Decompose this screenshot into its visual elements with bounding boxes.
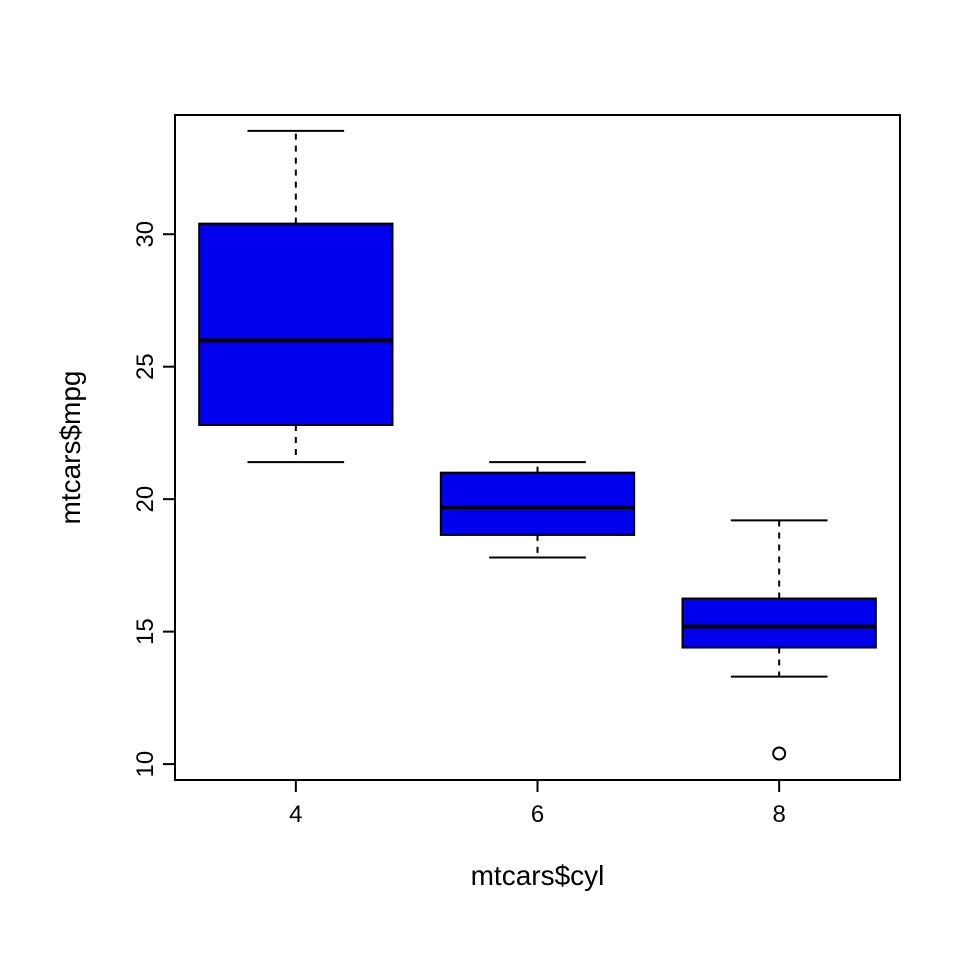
box [683,599,876,648]
box [199,224,392,425]
x-tick-label: 8 [772,801,785,828]
box [441,473,634,535]
y-tick-label: 20 [132,486,159,513]
x-tick-label: 6 [531,801,544,828]
x-axis-label: mtcars$cyl [471,860,605,891]
boxplot-chart: 10 15 20 25 30 4 6 8 mtcars$cyl mtcars$mpg [0,0,960,960]
y-axis-label: mtcars$mpg [55,370,86,524]
y-tick-label: 10 [132,751,159,778]
outlier-point [773,748,785,760]
y-tick-label: 25 [132,353,159,380]
x-tick-label: 4 [289,801,302,828]
y-tick-label: 15 [132,618,159,645]
y-tick-label: 30 [132,221,159,248]
plot-frame [175,115,900,780]
